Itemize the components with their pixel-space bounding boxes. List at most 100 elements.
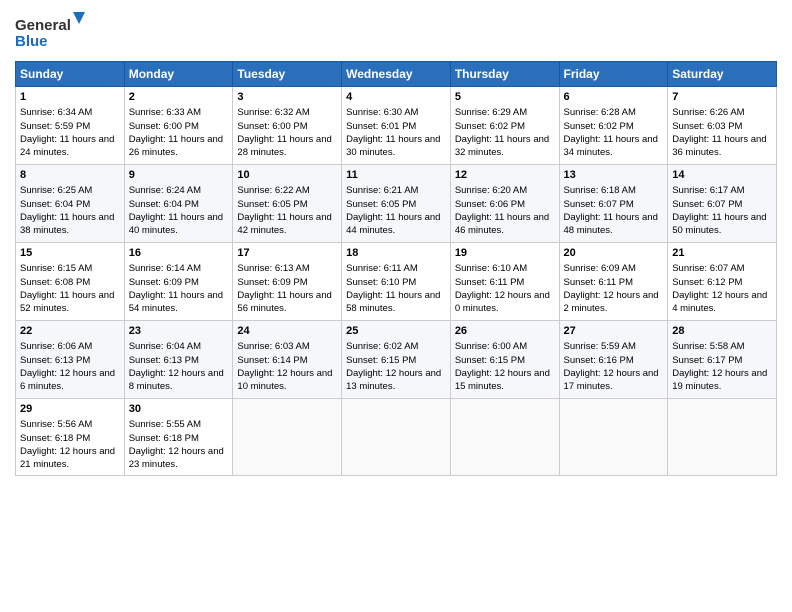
sunrise-label: Sunrise: 6:24 AM: [129, 185, 201, 196]
sunset-label: Sunset: 6:00 PM: [237, 121, 307, 132]
sunset-label: Sunset: 6:09 PM: [237, 277, 307, 288]
calendar-cell: 8 Sunrise: 6:25 AM Sunset: 6:04 PM Dayli…: [16, 165, 125, 243]
calendar-cell: 6 Sunrise: 6:28 AM Sunset: 6:02 PM Dayli…: [559, 87, 668, 165]
daylight-label: Daylight: 12 hours and 6 minutes.: [20, 368, 115, 392]
daylight-label: Daylight: 11 hours and 48 minutes.: [564, 212, 658, 236]
sunrise-label: Sunrise: 6:00 AM: [455, 341, 527, 352]
daylight-label: Daylight: 12 hours and 0 minutes.: [455, 290, 550, 314]
calendar-cell: 2 Sunrise: 6:33 AM Sunset: 6:00 PM Dayli…: [124, 87, 233, 165]
daylight-label: Daylight: 12 hours and 21 minutes.: [20, 446, 115, 470]
calendar-cell: 25 Sunrise: 6:02 AM Sunset: 6:15 PM Dayl…: [342, 321, 451, 399]
sunrise-label: Sunrise: 6:04 AM: [129, 341, 201, 352]
sunrise-label: Sunrise: 6:21 AM: [346, 185, 418, 196]
sunrise-label: Sunrise: 5:58 AM: [672, 341, 744, 352]
calendar-cell: 16 Sunrise: 6:14 AM Sunset: 6:09 PM Dayl…: [124, 243, 233, 321]
sunrise-label: Sunrise: 6:30 AM: [346, 107, 418, 118]
sunset-label: Sunset: 6:07 PM: [564, 199, 634, 210]
daylight-label: Daylight: 11 hours and 58 minutes.: [346, 290, 440, 314]
sunrise-label: Sunrise: 6:22 AM: [237, 185, 309, 196]
calendar-cell: 14 Sunrise: 6:17 AM Sunset: 6:07 PM Dayl…: [668, 165, 777, 243]
col-header-friday: Friday: [559, 62, 668, 87]
sunset-label: Sunset: 6:03 PM: [672, 121, 742, 132]
sunrise-label: Sunrise: 6:33 AM: [129, 107, 201, 118]
col-header-monday: Monday: [124, 62, 233, 87]
daylight-label: Daylight: 12 hours and 8 minutes.: [129, 368, 224, 392]
daylight-label: Daylight: 12 hours and 13 minutes.: [346, 368, 441, 392]
col-header-tuesday: Tuesday: [233, 62, 342, 87]
daylight-label: Daylight: 11 hours and 32 minutes.: [455, 134, 549, 158]
sunset-label: Sunset: 6:02 PM: [455, 121, 525, 132]
day-number: 12: [455, 168, 555, 183]
calendar-cell: [668, 399, 777, 476]
sunset-label: Sunset: 6:15 PM: [455, 355, 525, 366]
sunrise-label: Sunrise: 5:56 AM: [20, 419, 92, 430]
sunrise-label: Sunrise: 6:26 AM: [672, 107, 744, 118]
daylight-label: Daylight: 11 hours and 26 minutes.: [129, 134, 223, 158]
daylight-label: Daylight: 12 hours and 4 minutes.: [672, 290, 767, 314]
daylight-label: Daylight: 11 hours and 56 minutes.: [237, 290, 331, 314]
day-number: 13: [564, 168, 664, 183]
col-header-saturday: Saturday: [668, 62, 777, 87]
sunset-label: Sunset: 6:13 PM: [129, 355, 199, 366]
sunrise-label: Sunrise: 6:14 AM: [129, 263, 201, 274]
calendar-cell: 5 Sunrise: 6:29 AM Sunset: 6:02 PM Dayli…: [450, 87, 559, 165]
daylight-label: Daylight: 12 hours and 15 minutes.: [455, 368, 550, 392]
day-number: 22: [20, 324, 120, 339]
calendar-cell: 24 Sunrise: 6:03 AM Sunset: 6:14 PM Dayl…: [233, 321, 342, 399]
sunrise-label: Sunrise: 6:32 AM: [237, 107, 309, 118]
sunrise-label: Sunrise: 6:10 AM: [455, 263, 527, 274]
day-number: 17: [237, 246, 337, 261]
sunset-label: Sunset: 6:05 PM: [346, 199, 416, 210]
day-number: 21: [672, 246, 772, 261]
sunset-label: Sunset: 6:18 PM: [20, 433, 90, 444]
logo-area: General Blue: [15, 10, 85, 55]
header: General Blue: [15, 10, 777, 55]
day-number: 23: [129, 324, 229, 339]
sunrise-label: Sunrise: 6:17 AM: [672, 185, 744, 196]
sunset-label: Sunset: 6:07 PM: [672, 199, 742, 210]
calendar-cell: 3 Sunrise: 6:32 AM Sunset: 6:00 PM Dayli…: [233, 87, 342, 165]
calendar-cell: 19 Sunrise: 6:10 AM Sunset: 6:11 PM Dayl…: [450, 243, 559, 321]
daylight-label: Daylight: 11 hours and 52 minutes.: [20, 290, 114, 314]
day-number: 29: [20, 402, 120, 417]
daylight-label: Daylight: 12 hours and 17 minutes.: [564, 368, 659, 392]
day-number: 27: [564, 324, 664, 339]
day-number: 19: [455, 246, 555, 261]
sunset-label: Sunset: 6:02 PM: [564, 121, 634, 132]
logo-svg: General Blue: [15, 10, 85, 55]
daylight-label: Daylight: 11 hours and 24 minutes.: [20, 134, 114, 158]
page: General Blue SundayMondayTuesdayWednesda…: [0, 0, 792, 612]
day-number: 4: [346, 90, 446, 105]
daylight-label: Daylight: 11 hours and 42 minutes.: [237, 212, 331, 236]
daylight-label: Daylight: 11 hours and 44 minutes.: [346, 212, 440, 236]
daylight-label: Daylight: 11 hours and 40 minutes.: [129, 212, 223, 236]
day-number: 14: [672, 168, 772, 183]
sunset-label: Sunset: 6:01 PM: [346, 121, 416, 132]
sunset-label: Sunset: 6:18 PM: [129, 433, 199, 444]
daylight-label: Daylight: 11 hours and 34 minutes.: [564, 134, 658, 158]
sunrise-label: Sunrise: 6:11 AM: [346, 263, 418, 274]
daylight-label: Daylight: 11 hours and 36 minutes.: [672, 134, 766, 158]
calendar-cell: 11 Sunrise: 6:21 AM Sunset: 6:05 PM Dayl…: [342, 165, 451, 243]
calendar-cell: 17 Sunrise: 6:13 AM Sunset: 6:09 PM Dayl…: [233, 243, 342, 321]
daylight-label: Daylight: 12 hours and 23 minutes.: [129, 446, 224, 470]
sunrise-label: Sunrise: 6:15 AM: [20, 263, 92, 274]
calendar-cell: 15 Sunrise: 6:15 AM Sunset: 6:08 PM Dayl…: [16, 243, 125, 321]
sunset-label: Sunset: 5:59 PM: [20, 121, 90, 132]
sunrise-label: Sunrise: 6:29 AM: [455, 107, 527, 118]
calendar-cell: [233, 399, 342, 476]
calendar-cell: 27 Sunrise: 5:59 AM Sunset: 6:16 PM Dayl…: [559, 321, 668, 399]
calendar-cell: 7 Sunrise: 6:26 AM Sunset: 6:03 PM Dayli…: [668, 87, 777, 165]
sunset-label: Sunset: 6:15 PM: [346, 355, 416, 366]
day-number: 26: [455, 324, 555, 339]
day-number: 20: [564, 246, 664, 261]
calendar-cell: 4 Sunrise: 6:30 AM Sunset: 6:01 PM Dayli…: [342, 87, 451, 165]
day-number: 5: [455, 90, 555, 105]
day-number: 28: [672, 324, 772, 339]
daylight-label: Daylight: 12 hours and 2 minutes.: [564, 290, 659, 314]
sunrise-label: Sunrise: 6:34 AM: [20, 107, 92, 118]
calendar-cell: [559, 399, 668, 476]
sunset-label: Sunset: 6:16 PM: [564, 355, 634, 366]
calendar-cell: 13 Sunrise: 6:18 AM Sunset: 6:07 PM Dayl…: [559, 165, 668, 243]
svg-text:Blue: Blue: [15, 33, 48, 50]
